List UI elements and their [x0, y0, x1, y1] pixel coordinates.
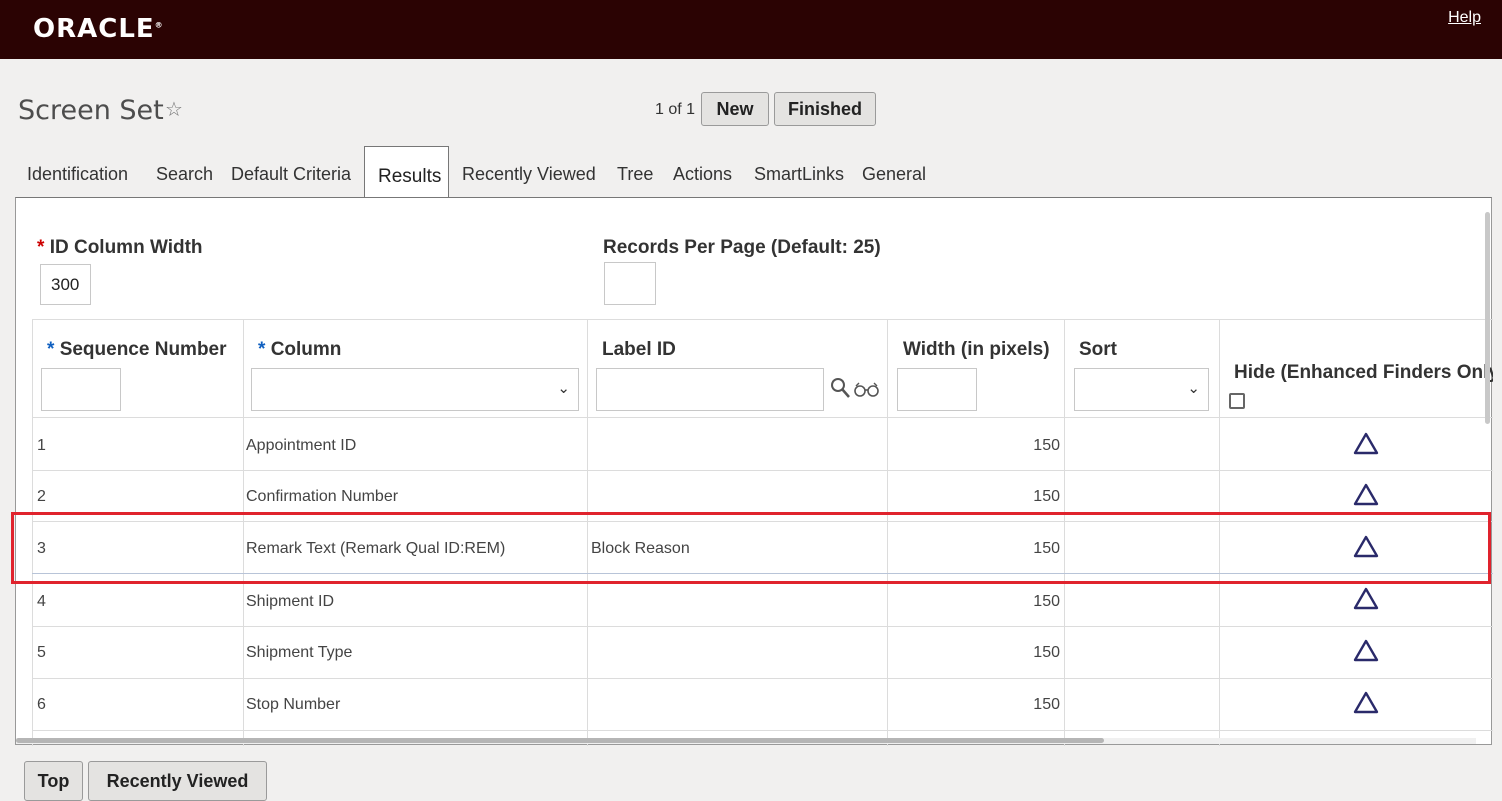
chevron-down-icon: ⌄: [557, 380, 570, 397]
results-panel: * ID Column Width 300 Records Per Page (…: [15, 197, 1493, 746]
favorite-star-icon[interactable]: ☆: [165, 97, 183, 122]
label-id-filter-input[interactable]: [596, 368, 824, 411]
tab-search[interactable]: Search: [156, 146, 213, 198]
chevron-down-icon: ⌄: [1187, 380, 1200, 397]
sequence-filter-input[interactable]: [41, 368, 121, 411]
row-2-column: Confirmation Number: [246, 488, 399, 505]
triangle-up-icon[interactable]: [1353, 535, 1379, 559]
new-button[interactable]: New: [701, 92, 769, 126]
sort-filter-select[interactable]: ⌄: [1074, 368, 1209, 411]
row-5-seq: 5: [37, 644, 46, 661]
width-filter-input[interactable]: [897, 368, 977, 411]
row-6-column: Stop Number: [246, 696, 341, 713]
records-per-page-label: Records Per Page (Default: 25): [603, 237, 881, 258]
row-3-width: 150: [1033, 540, 1060, 557]
tab-default-criteria[interactable]: Default Criteria: [231, 146, 351, 198]
tab-bar: Identification Search Default Criteria R…: [15, 146, 1492, 198]
triangle-up-icon[interactable]: [1353, 691, 1379, 715]
top-button[interactable]: Top: [24, 761, 83, 801]
row-3-label-id: Block Reason: [591, 540, 690, 557]
top-bar: ORACLE® Help: [0, 0, 1502, 59]
header-width: Width (in pixels): [903, 339, 1050, 360]
tab-smartlinks[interactable]: SmartLinks: [754, 146, 844, 198]
row-1-width: 150: [1033, 437, 1060, 454]
search-icon[interactable]: [830, 377, 852, 401]
id-column-width-label: * ID Column Width: [37, 237, 203, 258]
hide-filter-checkbox[interactable]: [1229, 393, 1245, 409]
oracle-logo: ORACLE®: [33, 14, 163, 44]
row-4-width: 150: [1033, 593, 1060, 610]
column-filter-select[interactable]: ⌄: [251, 368, 579, 411]
pager-text: 1 of 1: [655, 101, 696, 118]
results-grid: * Sequence Number * Column ⌄ Label ID Wi…: [32, 319, 1493, 746]
triangle-up-icon[interactable]: [1353, 483, 1379, 507]
tab-actions[interactable]: Actions: [673, 146, 732, 198]
records-per-page-input[interactable]: [604, 262, 656, 305]
tab-tree[interactable]: Tree: [617, 146, 653, 198]
tab-general[interactable]: General: [862, 146, 926, 198]
page-title: Screen Set: [18, 95, 164, 126]
row-5-width: 150: [1033, 644, 1060, 661]
row-4-seq: 4: [37, 593, 46, 610]
row-2-width: 150: [1033, 488, 1060, 505]
row-2-seq: 2: [37, 488, 46, 505]
tab-identification[interactable]: Identification: [27, 146, 128, 198]
row-5-column: Shipment Type: [246, 644, 353, 661]
row-6-width: 150: [1033, 696, 1060, 713]
row-6-seq: 6: [37, 696, 46, 713]
id-column-width-input[interactable]: 300: [40, 264, 91, 305]
help-link[interactable]: Help: [1448, 9, 1481, 27]
row-1-column: Appointment ID: [246, 437, 357, 454]
header-sort: Sort: [1079, 339, 1117, 360]
triangle-up-icon[interactable]: [1353, 587, 1379, 611]
tab-results[interactable]: Results: [364, 146, 449, 198]
glasses-icon[interactable]: [854, 382, 880, 398]
vertical-scrollbar[interactable]: [1485, 212, 1490, 424]
recently-viewed-button[interactable]: Recently Viewed: [88, 761, 267, 801]
triangle-up-icon[interactable]: [1353, 432, 1379, 456]
row-3-column: Remark Text (Remark Qual ID:REM): [246, 540, 506, 557]
triangle-up-icon[interactable]: [1353, 639, 1379, 663]
row-4-column: Shipment ID: [246, 593, 335, 610]
header-column: * Column: [258, 339, 342, 360]
horizontal-scrollbar-thumb[interactable]: [16, 738, 1104, 743]
row-3-seq: 3: [37, 540, 46, 557]
row-1-seq: 1: [37, 437, 46, 454]
header-label-id: Label ID: [602, 339, 676, 360]
header-sequence-number: * Sequence Number: [47, 339, 227, 360]
tab-recently-viewed[interactable]: Recently Viewed: [462, 146, 596, 198]
header-hide: Hide (Enhanced Finders Only): [1234, 362, 1493, 383]
finished-button[interactable]: Finished: [774, 92, 876, 126]
